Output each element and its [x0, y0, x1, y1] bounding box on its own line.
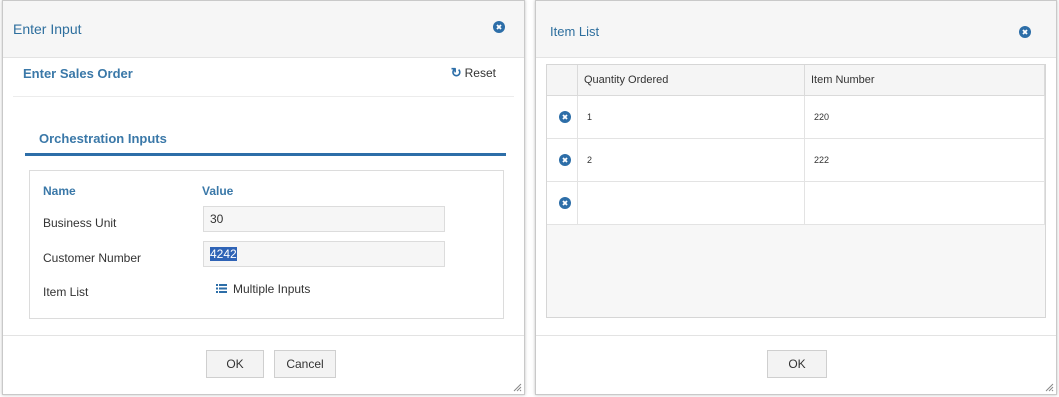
- name-column-header: Name: [43, 184, 76, 198]
- delete-row-cell: [547, 138, 578, 182]
- delete-row-icon[interactable]: [559, 111, 571, 123]
- table-row: 1 220: [547, 95, 1045, 139]
- item-number-cell[interactable]: 222: [804, 138, 1045, 182]
- customer-number-label: Customer Number: [43, 251, 142, 265]
- resize-grip-icon[interactable]: [1045, 383, 1054, 392]
- enter-input-dialog: Enter Input Enter Sales Order ↻ Reset Orc…: [2, 0, 525, 395]
- section-header: Enter Sales Order ↻ Reset: [13, 57, 514, 97]
- list-icon: [216, 284, 227, 293]
- item-list-dialog: Item List Quantity Ordered Item Number 1…: [535, 0, 1057, 395]
- item-number-cell[interactable]: [804, 181, 1045, 225]
- value-column-header: Value: [202, 184, 234, 198]
- resize-grip-icon[interactable]: [513, 383, 522, 392]
- delete-row-icon[interactable]: [559, 197, 571, 209]
- dialog-title: Item List: [550, 24, 600, 39]
- quantity-cell[interactable]: 2: [577, 138, 805, 182]
- refresh-icon: ↻: [450, 65, 462, 80]
- section-title: Enter Sales Order: [23, 66, 133, 81]
- quantity-cell[interactable]: 1: [577, 95, 805, 139]
- item-list-label: Item List: [43, 285, 89, 299]
- business-unit-label: Business Unit: [43, 216, 117, 230]
- table-row: 2 222: [547, 138, 1045, 182]
- multiple-inputs-label: Multiple Inputs: [233, 282, 311, 296]
- dialog-title-bar[interactable]: Item List: [536, 1, 1056, 58]
- delete-column-header: [547, 65, 578, 96]
- delete-row-icon[interactable]: [559, 154, 571, 166]
- delete-row-cell: [547, 95, 578, 139]
- dialog-title: Enter Input: [13, 21, 82, 37]
- cancel-button[interactable]: Cancel: [274, 350, 336, 378]
- customer-number-value: 4242: [210, 247, 237, 261]
- quantity-ordered-header: Quantity Ordered: [577, 65, 805, 96]
- quantity-cell[interactable]: [577, 181, 805, 225]
- table-row: [547, 181, 1045, 225]
- item-number-cell[interactable]: 220: [804, 95, 1045, 139]
- item-list-grid: Quantity Ordered Item Number 1 220 2 222: [546, 64, 1046, 318]
- close-icon[interactable]: [493, 21, 505, 33]
- close-icon[interactable]: [1019, 26, 1031, 38]
- tab-label: Orchestration Inputs: [39, 131, 167, 146]
- reset-button[interactable]: ↻ Reset: [451, 65, 496, 81]
- inputs-panel: Name Value Business Unit 30 Customer Num…: [29, 170, 504, 319]
- ok-button[interactable]: OK: [206, 350, 264, 378]
- item-number-header: Item Number: [804, 65, 1045, 96]
- reset-label: Reset: [464, 66, 496, 80]
- business-unit-value: 30: [210, 212, 224, 226]
- dialog-footer: OK Cancel: [3, 335, 524, 394]
- delete-row-cell: [547, 181, 578, 225]
- dialog-title-bar[interactable]: Enter Input: [3, 1, 524, 58]
- ok-button[interactable]: OK: [767, 350, 827, 378]
- grid-header-row: Quantity Ordered Item Number: [547, 65, 1045, 96]
- tab-orchestration-inputs[interactable]: Orchestration Inputs: [25, 123, 506, 156]
- dialog-footer: OK: [536, 335, 1056, 394]
- customer-number-field[interactable]: 4242: [203, 241, 445, 267]
- business-unit-field[interactable]: 30: [203, 206, 445, 232]
- multiple-inputs-link[interactable]: Multiple Inputs: [216, 282, 310, 296]
